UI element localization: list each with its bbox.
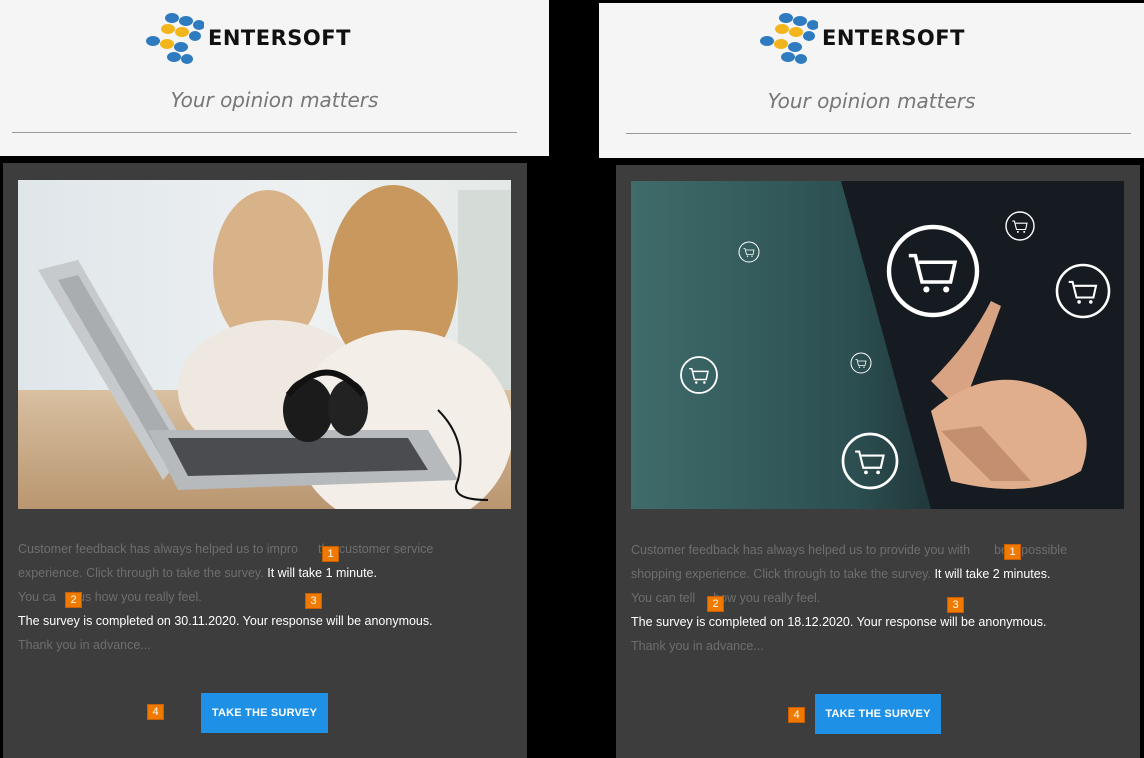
message-line-3: You ca l us how you really feel. (18, 585, 513, 609)
brand-logo: ENTERSOFT (146, 12, 351, 64)
email-body-card: Customer feedback has always helped us t… (3, 163, 527, 758)
message-text: Customer feedback has always helped us t… (18, 542, 299, 556)
deadline-text: The survey is completed on 30.11.2020. Y… (18, 614, 433, 628)
take-survey-button[interactable]: TAKE THE SURVEY (201, 693, 328, 733)
tagline: Your opinion matters (767, 89, 976, 113)
thanks-text: Thank you in advance... (18, 638, 151, 652)
deadline-text: The survey is completed on 18.12.2020. Y… (631, 615, 1047, 629)
logo-dots-icon (760, 13, 818, 64)
tagline: Your opinion matters (170, 88, 379, 112)
callout-marker-1: 1 (1004, 544, 1021, 560)
header-divider (12, 132, 517, 133)
message-text: shopping experience. Click through to ta… (631, 567, 931, 581)
logo-dots-icon (146, 13, 204, 64)
thanks-text: Thank you in advance... (631, 639, 764, 653)
duration-text: It will take 1 minute. (267, 566, 377, 580)
callout-marker-3: 3 (947, 597, 964, 613)
message-line-2: experience. Click through to take the su… (18, 561, 513, 585)
email-header: ENTERSOFT Your opinion matters (599, 3, 1144, 158)
shopping-cart-touch-photo (631, 181, 1124, 509)
callout-marker-1: 1 (322, 546, 339, 562)
message-line-3: You can tell how you really feel. (631, 586, 1126, 610)
hero-image (18, 180, 511, 509)
survey-message: Customer feedback has always helped us t… (631, 538, 1126, 658)
callout-marker-2: 2 (65, 592, 82, 608)
message-line-1: Customer feedback has always helped us t… (18, 537, 513, 561)
support-agents-photo (18, 180, 511, 509)
duration-text: It will take 2 minutes. (934, 567, 1051, 581)
message-text: Customer feedback has always helped us t… (631, 543, 971, 557)
brand-logo: ENTERSOFT (760, 12, 965, 64)
callout-marker-3: 3 (305, 593, 322, 609)
email-preview-left: ENTERSOFT Your opinion matters Customer … (0, 0, 549, 758)
email-header: ENTERSOFT Your opinion matters (0, 0, 549, 156)
message-line-1: Customer feedback has always helped us t… (631, 538, 1126, 562)
email-body-card: Customer feedback has always helped us t… (616, 165, 1140, 758)
callout-marker-2: 2 (707, 596, 724, 612)
message-line-2: shopping experience. Click through to ta… (631, 562, 1126, 586)
message-text: how you really feel. (713, 591, 821, 605)
callout-marker-4: 4 (147, 704, 164, 720)
hero-image (631, 181, 1124, 509)
message-text: You ca (18, 590, 56, 604)
message-text: You can tell (631, 591, 696, 605)
brand-name: ENTERSOFT (208, 26, 351, 50)
message-text: experience. Click through to take the su… (18, 566, 264, 580)
survey-message: Customer feedback has always helped us t… (18, 537, 513, 657)
header-divider (626, 133, 1131, 134)
take-survey-button[interactable]: TAKE THE SURVEY (815, 694, 941, 734)
callout-marker-4: 4 (788, 707, 805, 723)
brand-name: ENTERSOFT (822, 26, 965, 50)
message-text: l us how you really feel. (71, 590, 202, 604)
email-preview-right: ENTERSOFT Your opinion matters Customer … (599, 0, 1144, 758)
